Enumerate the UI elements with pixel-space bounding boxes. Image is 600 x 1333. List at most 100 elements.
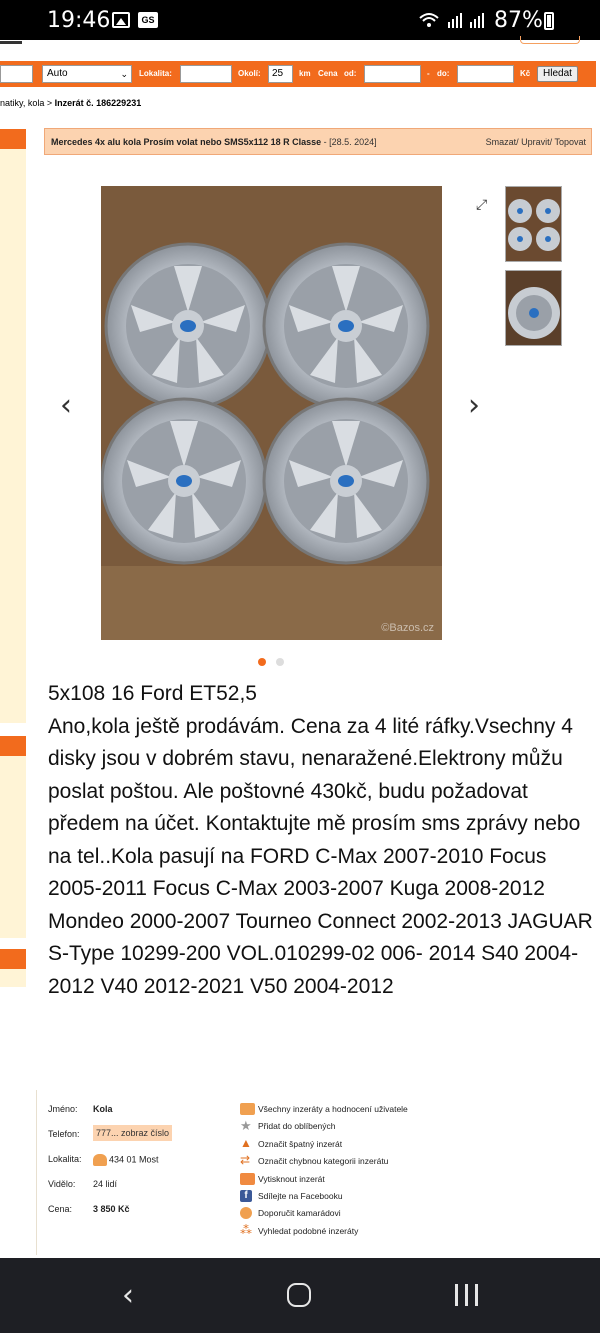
sidebar-header-fragment bbox=[0, 129, 26, 149]
signal-icon bbox=[418, 10, 488, 35]
action-report-bad[interactable]: ▲ Označit špatný inzerát bbox=[240, 1135, 500, 1154]
header-button-fragment[interactable] bbox=[520, 36, 580, 44]
battery-icon bbox=[544, 12, 554, 30]
breadcrumb-link[interactable]: natiky, kola > bbox=[0, 98, 52, 108]
price-to-label: do: bbox=[437, 69, 450, 78]
action-label: Doporučit kamarádovi bbox=[258, 1208, 341, 1219]
action-label: Sdílejte na Facebooku bbox=[258, 1190, 343, 1201]
user-ads-icon bbox=[240, 1103, 255, 1115]
lokalita-label: Lokalita: bbox=[139, 69, 172, 78]
cena-label: Cena bbox=[318, 69, 338, 78]
location-label: Lokalita: bbox=[48, 1154, 82, 1164]
photo-thumbnail[interactable] bbox=[505, 270, 562, 346]
detail-row-name: Jméno: Kola bbox=[48, 1101, 238, 1126]
ad-title-line: Mercedes 4x alu kola Prosím volat nebo S… bbox=[51, 137, 377, 147]
site-header-fragment bbox=[0, 36, 600, 60]
price-value: 3 850 Kč bbox=[93, 1204, 130, 1214]
sidebar-header-fragment bbox=[0, 736, 26, 756]
action-all-user-ads[interactable]: Všechny inzeráty a hodnocení uživatele bbox=[240, 1102, 500, 1119]
name-value: Kola bbox=[93, 1104, 113, 1114]
category-select[interactable]: Auto ⌄ bbox=[42, 65, 132, 83]
prev-photo-arrow-icon[interactable]: ‹ bbox=[60, 388, 72, 423]
action-label: Vytisknout inzerát bbox=[258, 1173, 325, 1184]
main-photo[interactable]: ©Bazos.cz bbox=[101, 186, 442, 640]
location-link[interactable]: 434 01 Most bbox=[93, 1154, 159, 1166]
recommend-icon bbox=[240, 1207, 252, 1220]
ad-details: Jméno: Kola Telefon: 777... zobraz číslo… bbox=[48, 1101, 238, 1226]
sidebar-panel-fragment bbox=[0, 756, 26, 938]
gallery-icon bbox=[112, 12, 130, 28]
home-icon[interactable] bbox=[287, 1283, 311, 1307]
ad-owner-actions[interactable]: Smazat/ Upravit/ Topovat bbox=[486, 137, 586, 147]
price-separator: - bbox=[427, 69, 430, 78]
battery-percent: 87% bbox=[494, 8, 543, 33]
map-search-icon bbox=[93, 1154, 107, 1166]
price-label: Cena: bbox=[48, 1204, 73, 1214]
action-similar-ads[interactable]: ⁂ Vyhledat podobné inzeráty bbox=[240, 1222, 500, 1241]
back-icon[interactable]: ‹ bbox=[122, 1278, 134, 1313]
detail-row-views: Vidělo: 24 lidí bbox=[48, 1176, 238, 1201]
swap-arrows-icon: ⇄ bbox=[240, 1153, 251, 1168]
wheels-photo bbox=[101, 186, 442, 640]
star-icon: ★ bbox=[240, 1118, 252, 1134]
views-label: Vidělo: bbox=[48, 1179, 76, 1189]
currency-label: Kč bbox=[520, 69, 531, 78]
search-bar: Auto ⌄ Lokalita: Okolí: 25 km Cena od: -… bbox=[0, 61, 596, 87]
breadcrumb: natiky, kola > Inzerát č. 186229231 bbox=[0, 98, 141, 108]
action-label: Vyhledat podobné inzeráty bbox=[258, 1225, 359, 1236]
next-photo-arrow-icon[interactable]: › bbox=[468, 388, 480, 423]
action-report-category[interactable]: ⇄ Označit chybnou kategorii inzerátu bbox=[240, 1153, 500, 1171]
printer-icon bbox=[240, 1172, 255, 1185]
action-recommend[interactable]: Doporučit kamarádovi bbox=[240, 1206, 500, 1223]
views-value: 24 lidí bbox=[93, 1179, 118, 1189]
sidebar-panel-fragment bbox=[0, 149, 26, 723]
detail-row-price: Cena: 3 850 Kč bbox=[48, 1201, 238, 1226]
similar-ads-icon: ⁂ bbox=[240, 1222, 252, 1237]
status-time: 19:46 bbox=[47, 8, 111, 33]
price-from-input[interactable] bbox=[364, 65, 421, 83]
km-label: km bbox=[299, 69, 311, 78]
sidebar-header-fragment bbox=[0, 949, 26, 969]
show-phone-button[interactable]: 777... zobraz číslo bbox=[93, 1125, 173, 1141]
location-value: 434 01 Most bbox=[109, 1154, 159, 1165]
warning-icon: ▲ bbox=[240, 1135, 252, 1150]
ad-header: Mercedes 4x alu kola Prosím volat nebo S… bbox=[44, 128, 592, 155]
photo-thumbnail[interactable] bbox=[505, 186, 562, 262]
ad-date: - [28.5. 2024] bbox=[321, 137, 377, 147]
photo-watermark: ©Bazos.cz bbox=[381, 622, 434, 634]
action-share-facebook[interactable]: f Sdílejte na Facebooku bbox=[240, 1189, 500, 1206]
action-add-favorite[interactable]: ★ Přidat do oblíbených bbox=[240, 1118, 500, 1136]
fullscreen-expand-icon[interactable]: ⤢ bbox=[476, 196, 487, 213]
search-input[interactable] bbox=[0, 65, 33, 83]
action-label: Všechny inzeráty a hodnocení uživatele bbox=[258, 1104, 408, 1114]
lokalita-input[interactable] bbox=[180, 65, 232, 83]
ad-actions-list: Všechny inzeráty a hodnocení uživatele ★… bbox=[240, 1102, 500, 1241]
facebook-icon: f bbox=[240, 1189, 252, 1202]
system-nav-bar: ‹ bbox=[0, 1258, 600, 1333]
action-print[interactable]: Vytisknout inzerát bbox=[240, 1172, 500, 1189]
phone-label: Telefon: bbox=[48, 1129, 80, 1139]
search-button[interactable]: Hledat bbox=[537, 66, 578, 82]
category-select-value: Auto bbox=[47, 68, 68, 79]
carousel-dots bbox=[258, 653, 294, 671]
gs-icon: GS bbox=[138, 12, 158, 28]
action-label: Přidat do oblíbených bbox=[258, 1121, 336, 1132]
okoli-input[interactable]: 25 bbox=[268, 65, 293, 83]
action-label: Označit chybnou kategorii inzerátu bbox=[258, 1156, 389, 1167]
sidebar-panel-fragment bbox=[0, 969, 26, 987]
status-bar: 19:46 GS 87% bbox=[0, 0, 600, 40]
carousel-dot-active[interactable] bbox=[258, 658, 266, 666]
ad-title: Mercedes 4x alu kola Prosím volat nebo S… bbox=[51, 137, 322, 147]
detail-row-location: Lokalita: 434 01 Most bbox=[48, 1151, 238, 1176]
action-label: Označit špatný inzerát bbox=[258, 1138, 343, 1149]
okoli-label: Okolí: bbox=[238, 69, 261, 78]
breadcrumb-current: Inzerát č. 186229231 bbox=[54, 98, 142, 108]
logo-fragment bbox=[0, 36, 22, 44]
recent-apps-icon[interactable] bbox=[455, 1284, 479, 1306]
carousel-dot[interactable] bbox=[276, 658, 284, 666]
price-to-input[interactable] bbox=[457, 65, 514, 83]
chevron-down-icon: ⌄ bbox=[120, 69, 128, 79]
ad-description: 5x108 16 Ford ET52,5 Ano,kola ještě prod… bbox=[48, 682, 593, 998]
divider bbox=[36, 1090, 37, 1255]
name-label: Jméno: bbox=[48, 1104, 78, 1114]
